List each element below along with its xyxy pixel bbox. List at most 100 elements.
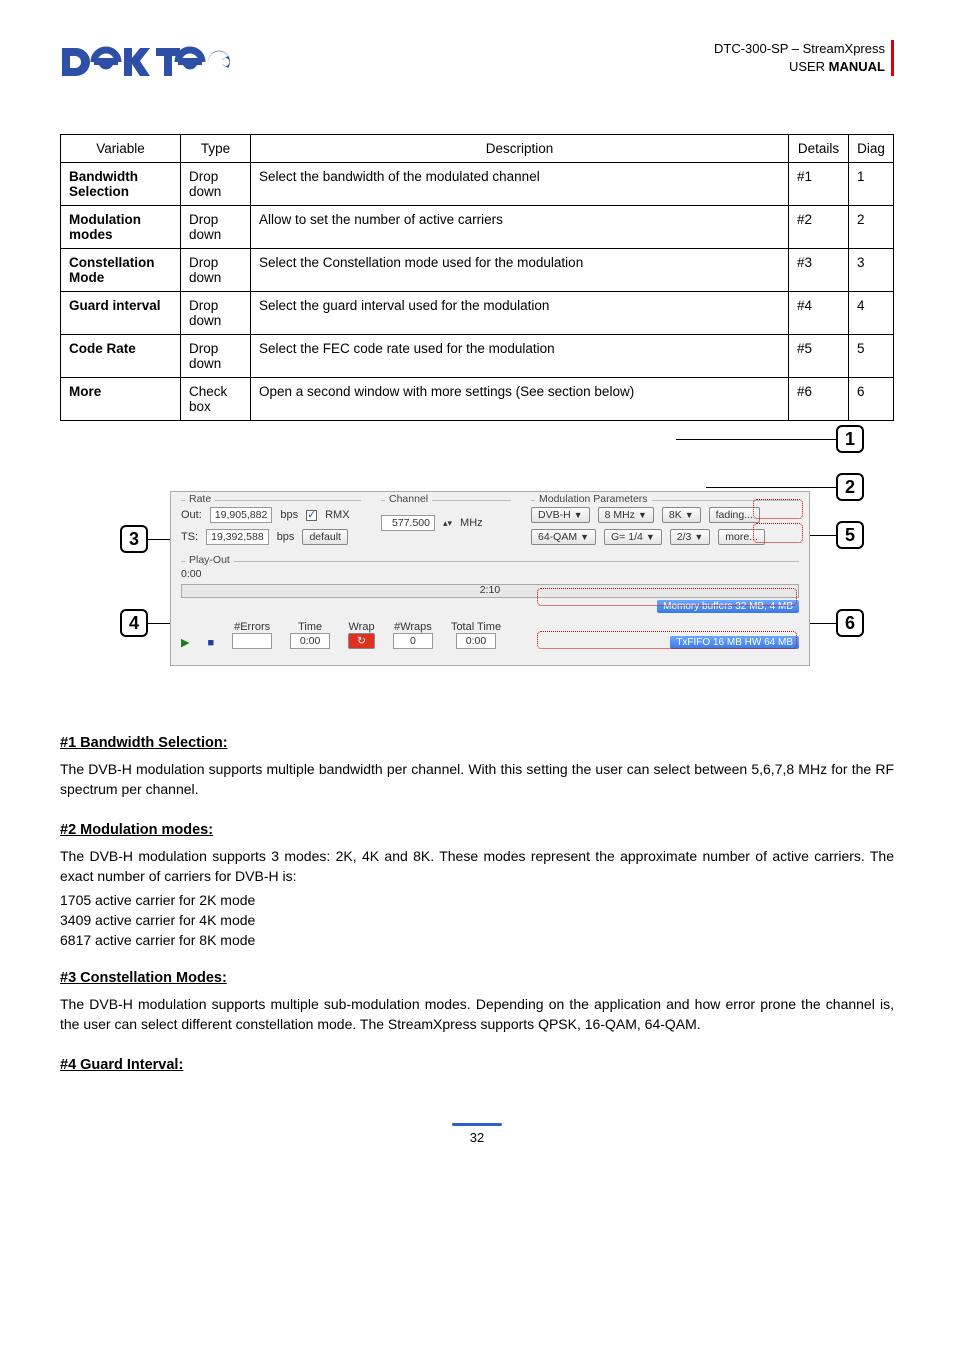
wrap-label: Wrap	[348, 621, 375, 633]
section-3-body: The DVB-H modulation supports multiple s…	[60, 994, 894, 1035]
cell-details: #6	[789, 378, 849, 421]
ts-value[interactable]: 19,392,588	[206, 529, 269, 545]
errors-value	[232, 633, 272, 649]
cell-description: Allow to set the number of active carrie…	[251, 206, 789, 249]
modparams-group-label: Modulation Parameters	[535, 493, 652, 505]
section-2-body: The DVB-H modulation supports 3 modes: 2…	[60, 846, 894, 887]
variables-table: Variable Type Description Details Diag B…	[60, 134, 894, 421]
fifo-highlight-box	[537, 631, 797, 649]
cell-variable: Code Rate	[61, 335, 181, 378]
stop-icon[interactable]: ■	[207, 637, 214, 649]
cell-diag: 5	[849, 335, 894, 378]
playout-group-label: Play-Out	[185, 554, 234, 566]
header-right: DTC-300-SP – StreamXpress USER MANUAL	[714, 40, 894, 76]
cell-details: #2	[789, 206, 849, 249]
cell-type: Drop down	[181, 249, 251, 292]
rate-group-label: Rate	[185, 493, 215, 505]
total-time-value: 0:00	[456, 633, 496, 649]
progress-time: 2:10	[480, 584, 500, 596]
cell-type: Check box	[181, 378, 251, 421]
wraps-value: 0	[393, 633, 433, 649]
chevron-down-icon: ▼	[638, 510, 647, 520]
coderate-dropdown[interactable]: 2/3▼	[670, 529, 711, 545]
chevron-down-icon: ▼	[694, 532, 703, 542]
spinner-icon[interactable]: ▴▾	[443, 518, 452, 529]
cell-variable: Guard interval	[61, 292, 181, 335]
constellation-dropdown[interactable]: 64-QAM▼	[531, 529, 596, 545]
rmx-checkbox[interactable]	[306, 510, 317, 521]
section-2-l3: 6817 active carrier for 8K mode	[60, 932, 894, 948]
callout-3: 3	[120, 525, 148, 553]
cell-details: #4	[789, 292, 849, 335]
doc-type: USER MANUAL	[714, 58, 885, 76]
section-4-title: #4 Guard Interval:	[60, 1057, 894, 1073]
product-name: DTC-300-SP – StreamXpress	[714, 40, 885, 58]
cell-diag: 3	[849, 249, 894, 292]
table-row: Guard intervalDrop downSelect the guard …	[61, 292, 894, 335]
cell-details: #3	[789, 249, 849, 292]
cell-description: Select the Constellation mode used for t…	[251, 249, 789, 292]
table-row: Bandwidth SelectionDrop downSelect the b…	[61, 163, 894, 206]
section-1-title: #1 Bandwidth Selection:	[60, 735, 894, 751]
cell-description: Select the guard interval used for the m…	[251, 292, 789, 335]
table-row: Modulation modesDrop downAllow to set th…	[61, 206, 894, 249]
mode-dropdown[interactable]: 8K▼	[662, 507, 701, 523]
callout-1: 1	[836, 425, 864, 453]
time-label: Time	[290, 621, 330, 633]
total-time-label: Total Time	[451, 621, 501, 633]
cell-variable: Bandwidth Selection	[61, 163, 181, 206]
cell-description: Open a second window with more settings …	[251, 378, 789, 421]
section-2-l1: 1705 active carrier for 2K mode	[60, 892, 894, 908]
page-header: DTC-300-SP – StreamXpress USER MANUAL	[60, 40, 894, 84]
th-description: Description	[251, 135, 789, 163]
table-row: MoreCheck boxOpen a second window with m…	[61, 378, 894, 421]
chevron-down-icon: ▼	[574, 510, 583, 520]
cell-details: #1	[789, 163, 849, 206]
default-button[interactable]: default	[302, 529, 348, 545]
cell-diag: 2	[849, 206, 894, 249]
table-row: Constellation ModeDrop downSelect the Co…	[61, 249, 894, 292]
play-icon[interactable]: ▶	[181, 636, 189, 649]
playout-elapsed: 0:00	[181, 568, 799, 580]
cell-type: Drop down	[181, 292, 251, 335]
out-value[interactable]: 19,905,882	[210, 507, 273, 523]
logo	[60, 40, 230, 84]
cell-variable: Modulation modes	[61, 206, 181, 249]
channel-group-label: Channel	[385, 493, 432, 505]
cell-type: Drop down	[181, 335, 251, 378]
rmx-label: RMX	[325, 509, 349, 521]
time-value: 0:00	[290, 633, 330, 649]
th-details: Details	[789, 135, 849, 163]
cell-type: Drop down	[181, 206, 251, 249]
chevron-down-icon: ▼	[580, 532, 589, 542]
cell-variable: Constellation Mode	[61, 249, 181, 292]
callout-4: 4	[120, 609, 148, 637]
th-variable: Variable	[61, 135, 181, 163]
bps-1: bps	[280, 509, 298, 521]
section-1-body: The DVB-H modulation supports multiple b…	[60, 759, 894, 800]
callout-5: 5	[836, 521, 864, 549]
channel-value[interactable]: 577.500	[381, 515, 435, 531]
mhz-label: MHz	[460, 517, 483, 529]
cell-variable: More	[61, 378, 181, 421]
callout-6: 6	[836, 609, 864, 637]
wrap-button[interactable]: ↻	[348, 633, 375, 649]
cell-description: Select the FEC code rate used for the mo…	[251, 335, 789, 378]
cell-details: #5	[789, 335, 849, 378]
guard-dropdown[interactable]: G= 1/4▼	[604, 529, 662, 545]
cell-diag: 4	[849, 292, 894, 335]
wraps-label: #Wraps	[393, 621, 433, 633]
fading-highlight-box	[753, 499, 803, 519]
dvbh-dropdown[interactable]: DVB-H▼	[531, 507, 590, 523]
ui-panel: Rate Out: 19,905,882 bps RMX TS: 19,392,…	[170, 491, 810, 666]
callout-2: 2	[836, 473, 864, 501]
section-2-title: #2 Modulation modes:	[60, 822, 894, 838]
table-row: Code RateDrop downSelect the FEC code ra…	[61, 335, 894, 378]
memory-highlight-box	[537, 588, 797, 606]
page-number: 32	[60, 1123, 894, 1145]
cell-diag: 6	[849, 378, 894, 421]
bandwidth-dropdown[interactable]: 8 MHz▼	[598, 507, 654, 523]
cell-description: Select the bandwidth of the modulated ch…	[251, 163, 789, 206]
th-type: Type	[181, 135, 251, 163]
ts-label: TS:	[181, 531, 198, 543]
